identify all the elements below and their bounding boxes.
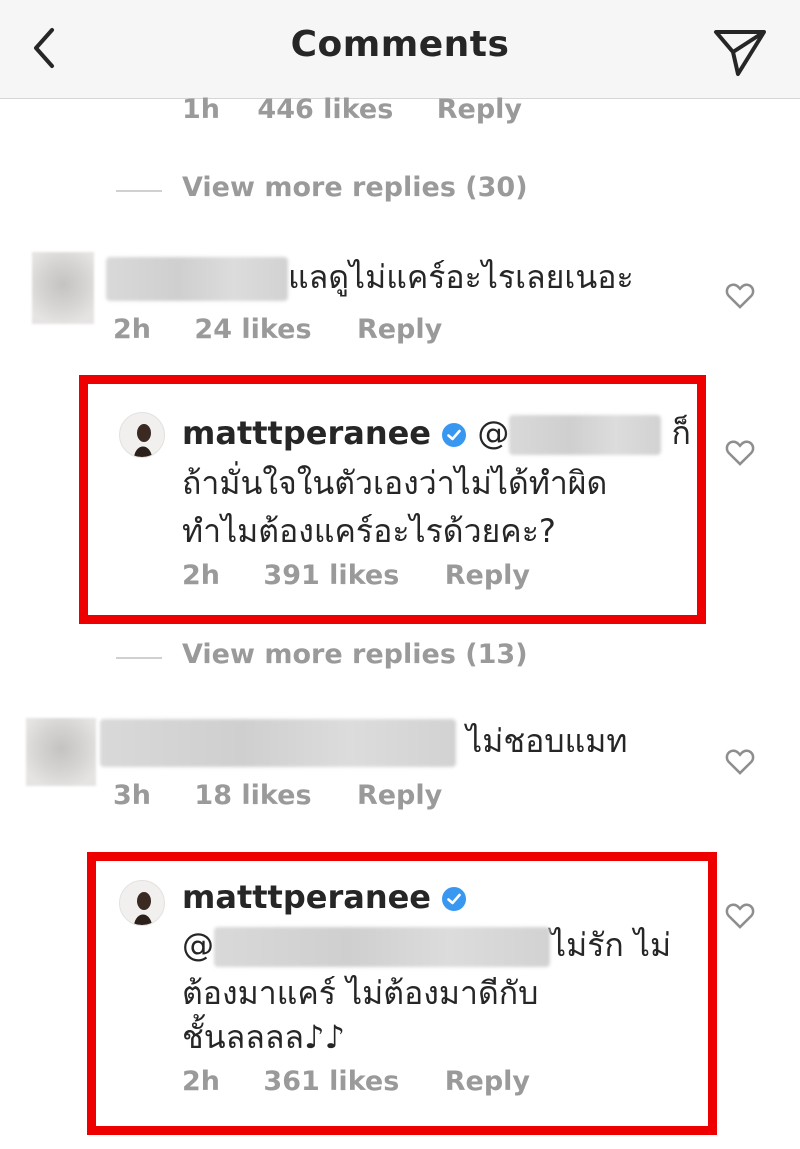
comment-text-row: ไม่ชอบแมท [100, 718, 627, 767]
page-title: Comments [290, 24, 510, 65]
view-more-replies-button[interactable]: View more replies (30) [182, 172, 528, 203]
comment-text: ชั้นลลลล♪♪ [182, 1018, 345, 1056]
comment-text: แลดูไม่แคร์อะไรเลยเนอะ [288, 258, 634, 296]
redacted-mention [509, 415, 662, 455]
like-button[interactable] [723, 744, 757, 778]
avatar[interactable] [119, 412, 165, 458]
reply-button[interactable]: Reply [437, 94, 522, 125]
likes-count[interactable]: 18 likes [194, 780, 311, 811]
reply-username-row: matttperanee [182, 874, 467, 920]
view-more-replies-button[interactable]: View more replies (13) [182, 639, 528, 670]
comment-text: ไม่ชอบแมท [466, 722, 628, 760]
like-button[interactable] [723, 435, 757, 469]
mention-prefix: @ [477, 414, 510, 452]
mention-prefix: @ [182, 926, 214, 964]
heart-icon [725, 283, 755, 309]
profile-photo [134, 424, 152, 457]
profile-photo [134, 892, 152, 925]
reply-button[interactable]: Reply [445, 560, 530, 591]
reply-button[interactable]: Reply [357, 780, 442, 811]
comment-meta: 2h 24 likes Reply [113, 314, 442, 345]
comment-text: ทำไมต้องแคร์อะไรด้วยคะ? [182, 512, 556, 550]
divider-line [116, 190, 162, 192]
divider-line [116, 657, 162, 659]
reply-button[interactable]: Reply [445, 1066, 530, 1097]
likes-count[interactable]: 361 likes [263, 1066, 399, 1097]
comment-time: 2h [113, 314, 152, 345]
comment-meta: 2h 361 likes Reply [182, 1066, 530, 1097]
reply-button[interactable]: Reply [357, 314, 442, 345]
likes-count[interactable]: 446 likes [257, 94, 393, 125]
username[interactable]: matttperanee [182, 878, 431, 916]
comment-time: 1h [182, 94, 221, 125]
comment-time: 2h [182, 560, 221, 591]
redacted-username [100, 719, 456, 767]
comment-meta: 1h 446 likes Reply [182, 94, 522, 125]
comment-time: 3h [113, 780, 152, 811]
reply-line-1: @ ไม่รัก ไม่ [182, 922, 671, 968]
username[interactable]: matttperanee [182, 414, 431, 452]
comment-meta: 2h 391 likes Reply [182, 560, 530, 591]
heart-icon [725, 440, 755, 466]
comment-text-row: แลดูไม่แคร์อะไรเลยเนอะ [106, 254, 634, 301]
heart-icon [725, 749, 755, 775]
reply-line-1: matttperanee @ ก็ [182, 410, 691, 456]
redacted-username [106, 257, 288, 301]
avatar[interactable] [26, 718, 96, 786]
verified-badge-icon [442, 887, 467, 911]
likes-count[interactable]: 24 likes [194, 314, 311, 345]
avatar[interactable] [32, 252, 94, 324]
redacted-mention [214, 927, 550, 967]
comment-text: ก็ [671, 414, 691, 452]
likes-count[interactable]: 391 likes [263, 560, 399, 591]
comment-time: 2h [182, 1066, 221, 1097]
comment-meta: 3h 18 likes Reply [113, 780, 442, 811]
avatar[interactable] [119, 880, 165, 926]
paper-plane-icon [714, 30, 766, 76]
share-button[interactable] [708, 20, 772, 80]
like-button[interactable] [723, 278, 757, 312]
heart-icon [725, 903, 755, 929]
comment-text: ถ้ามั่นใจในตัวเองว่าไม่ได้ทำผิด [182, 464, 608, 502]
comment-text: ต้องมาแคร์ ไม่ต้องมาดีกับ [182, 974, 539, 1012]
verified-badge-icon [442, 423, 467, 447]
comment-text: ไม่รัก ไม่ [550, 926, 672, 964]
top-nav-bar: Comments [0, 0, 800, 99]
like-button[interactable] [723, 898, 757, 932]
